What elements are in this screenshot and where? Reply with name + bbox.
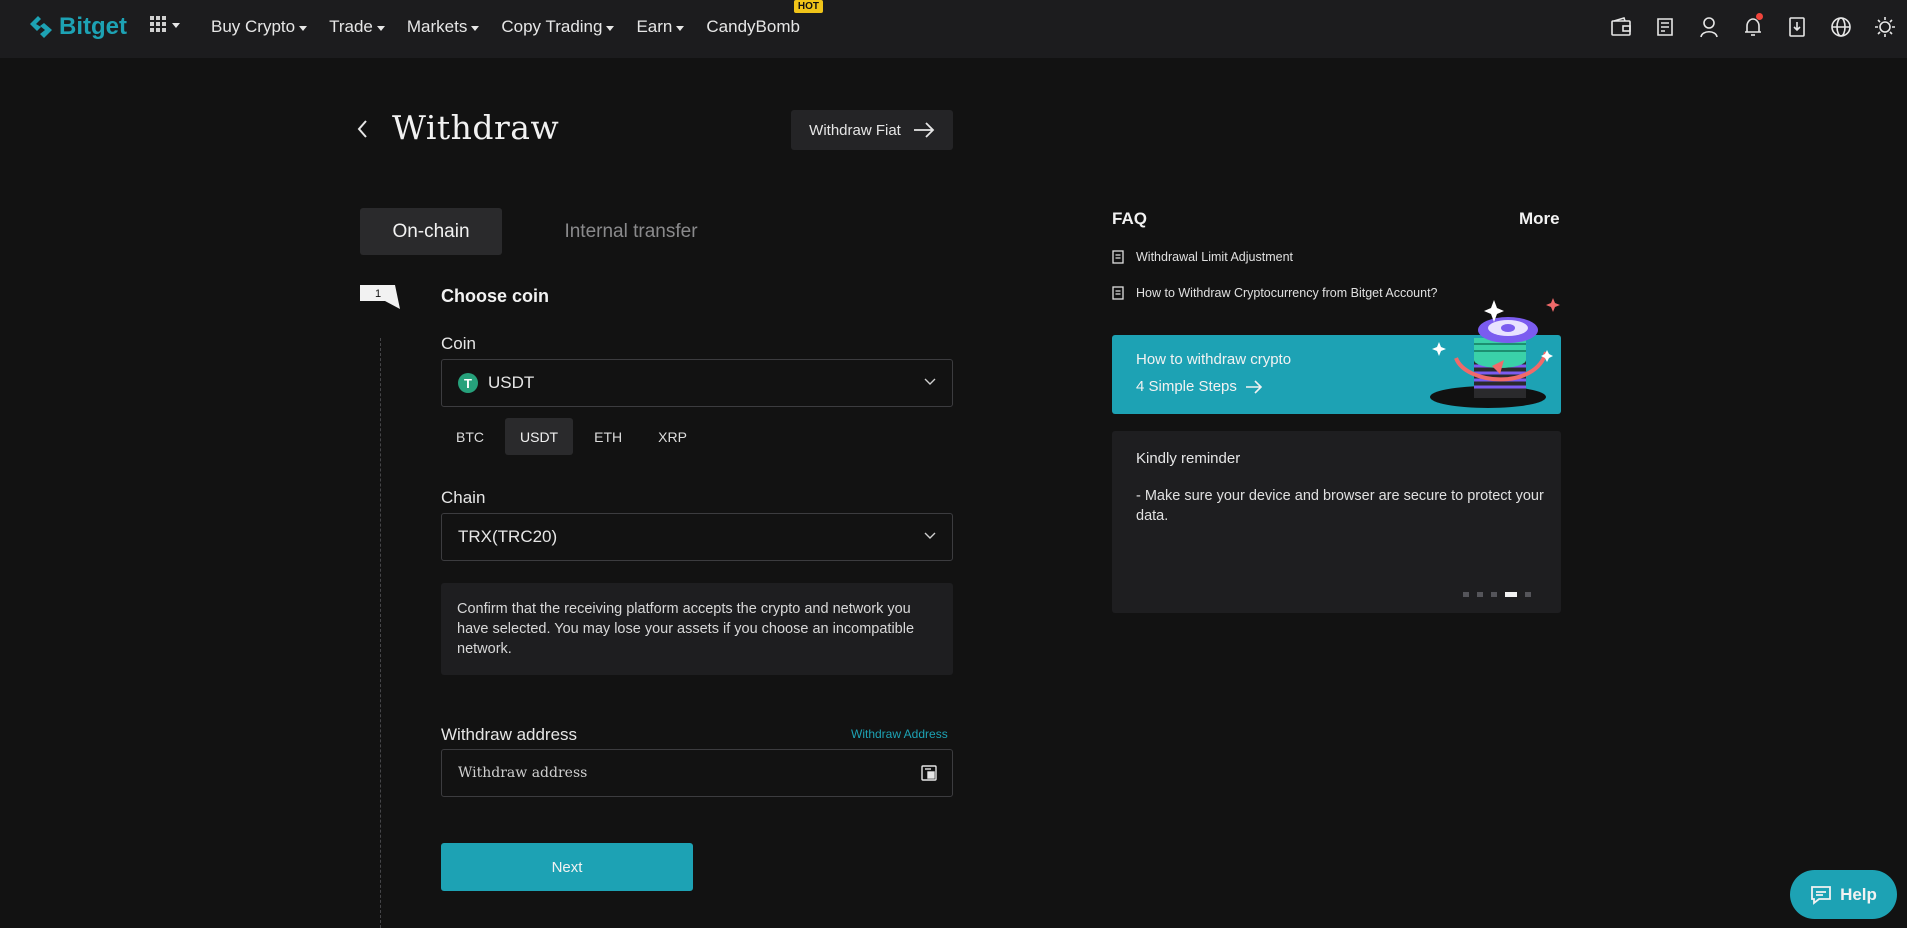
download-icon[interactable] [1775,14,1819,40]
reminder-title: Kindly reminder [1136,450,1241,467]
coin-stack-illustration [1430,298,1560,408]
chain-selected-value: TRX(TRC20) [458,527,558,546]
apps-menu-button[interactable] [150,16,180,32]
banner-subtitle: 4 Simple Steps [1136,378,1263,395]
hot-badge: HOT [793,0,823,13]
nav-candybomb[interactable]: CandyBomb HOT [695,0,823,40]
caret-down-icon [471,25,480,31]
nav-label: CandyBomb [706,17,800,36]
carousel-dot[interactable] [1525,592,1531,597]
help-button[interactable]: Help [1790,870,1897,919]
nav-earn[interactable]: Earn [625,14,695,40]
nav-icon-group [1599,13,1907,40]
nav-copy-trading[interactable]: Copy Trading [490,14,625,40]
step-number: 1 [375,288,381,300]
tab-internal-transfer[interactable]: Internal transfer [540,208,722,255]
tab-on-chain[interactable]: On-chain [360,208,502,255]
nav-label: Trade [329,17,373,36]
caret-down-icon [606,25,615,31]
withdraw-fiat-button[interactable]: Withdraw Fiat [791,110,953,150]
chevron-down-icon [924,378,936,385]
chevron-left-icon [357,120,367,138]
help-label: Help [1840,884,1877,904]
page-title: Withdraw [392,108,560,147]
caret-down-icon [676,25,685,31]
nav-label: Copy Trading [501,17,603,36]
faq-item[interactable]: Withdrawal Limit Adjustment [1112,250,1293,264]
usdt-coin-icon: T [458,373,478,393]
coin-select[interactable]: T USDT [441,359,953,407]
quick-coin-xrp[interactable]: XRP [643,418,702,455]
chat-icon [1811,885,1831,905]
next-button[interactable]: Next [441,843,693,891]
bell-icon[interactable] [1731,13,1775,40]
faq-item-label: Withdrawal Limit Adjustment [1136,250,1294,264]
bitget-logo[interactable]: Bitget [28,12,127,42]
kindly-reminder-card: Kindly reminder - Make sure your device … [1112,431,1561,613]
withdraw-address-label: Withdraw address [441,725,578,744]
banner-title: How to withdraw crypto [1136,351,1292,368]
nav-markets[interactable]: Markets [396,14,490,40]
nav-label: Buy Crypto [211,17,296,36]
caret-down-icon [172,22,180,28]
withdraw-address-input[interactable] [441,749,953,797]
step-badge: 1 [359,284,401,310]
faq-title: FAQ [1112,209,1147,228]
carousel-dots [1463,592,1531,597]
quick-coin-list: BTC USDT ETH XRP [441,418,702,455]
carousel-dot[interactable] [1491,592,1497,597]
coin-label: Coin [441,334,476,353]
back-button[interactable] [356,118,370,140]
step-title: Choose coin [441,286,550,306]
quick-coin-eth[interactable]: ETH [579,418,637,455]
nav-label: Earn [636,17,673,36]
address-book-link[interactable]: Withdraw Address [851,727,948,741]
chain-label: Chain [441,488,486,507]
chain-select[interactable]: TRX(TRC20) [441,513,953,561]
withdraw-fiat-label: Withdraw Fiat [809,121,901,139]
orders-icon[interactable] [1643,14,1687,40]
nav-label: Markets [406,17,468,36]
paste-address-icon[interactable] [921,765,937,781]
top-navigation: Bitget Buy Crypto Trade Markets Copy Tra… [0,0,1907,58]
globe-icon[interactable] [1819,14,1863,40]
carousel-dot[interactable] [1477,592,1483,597]
faq-item-label: How to Withdraw Cryptocurrency from Bitg… [1136,286,1438,300]
user-icon[interactable] [1687,14,1731,40]
quick-coin-usdt[interactable]: USDT [505,418,574,455]
theme-icon[interactable] [1863,14,1907,40]
step-connector-line [380,338,381,928]
step-flag-icon: 1 [360,285,400,309]
carousel-dot-active[interactable] [1505,592,1517,597]
quick-coin-btc[interactable]: BTC [441,418,499,455]
nav-trade[interactable]: Trade [318,14,396,40]
arrow-right-icon [913,122,935,138]
logo-text: Bitget [59,13,127,40]
nav-buy-crypto[interactable]: Buy Crypto [211,14,318,40]
wallet-icon[interactable] [1599,14,1643,40]
faq-item[interactable]: How to Withdraw Cryptocurrency from Bitg… [1112,286,1438,300]
bitget-logo-icon [30,16,52,38]
main-menu: Buy Crypto Trade Markets Copy Trading Ea… [211,0,823,40]
notification-dot [1756,13,1763,20]
faq-more-link[interactable]: More [1519,209,1560,229]
coin-selected-value: USDT [488,373,535,392]
document-icon [1112,250,1124,264]
carousel-dot[interactable] [1463,592,1469,597]
grid-icon [150,16,166,32]
reminder-body: - Make sure your device and browser are … [1136,488,1544,524]
network-warning-notice: Confirm that the receiving platform acce… [441,583,953,675]
arrow-right-icon [1245,379,1263,394]
chevron-down-icon [924,532,936,539]
caret-down-icon [376,25,385,31]
caret-down-icon [299,25,308,31]
banner-subtitle-text: 4 Simple Steps [1136,378,1237,395]
document-icon [1112,286,1124,300]
